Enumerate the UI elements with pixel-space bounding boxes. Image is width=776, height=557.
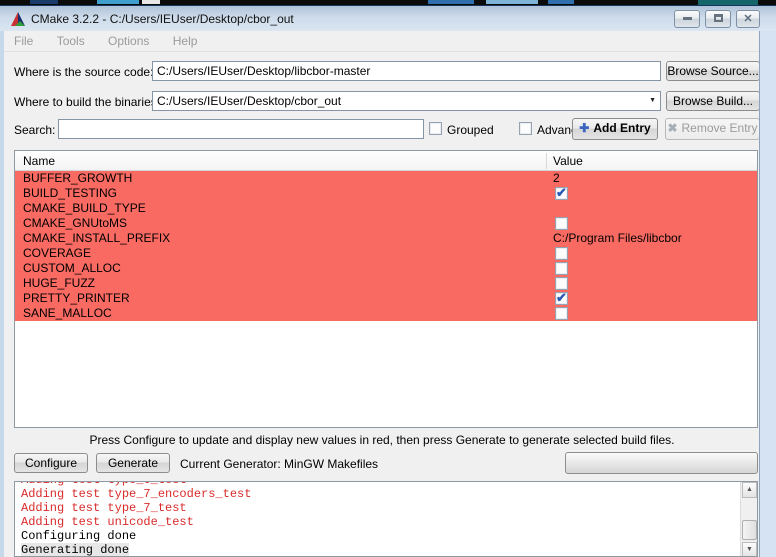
table-row[interactable]: SANE_MALLOC [15,306,757,321]
variable-name: CUSTOM_ALLOC [23,261,121,276]
menu-tools[interactable]: Tools [47,31,95,51]
build-binaries-label: Where to build the binaries: [14,95,160,109]
variable-value[interactable]: 2 [553,171,560,186]
variable-name: PRETTY_PRINTER [23,291,130,306]
grouped-checkbox[interactable] [429,122,442,135]
menu-help[interactable]: Help [163,31,208,51]
configure-button[interactable]: Configure [14,453,88,473]
browse-source-button[interactable]: Browse Source... [666,61,760,81]
value-checkbox[interactable] [555,187,568,200]
value-checkbox[interactable] [555,292,568,305]
variable-name: BUFFER_GROWTH [23,171,132,186]
variable-name: BUILD_TESTING [23,186,117,201]
table-body: BUFFER_GROWTH 2 BUILD_TESTINGCMAKE_BUILD_T… [15,171,757,321]
variable-name: COVERAGE [23,246,91,261]
close-button[interactable]: ✕ [736,10,760,28]
combo-dropdown-icon[interactable]: ▼ [649,97,656,104]
build-path-combobox[interactable] [152,91,661,111]
table-row[interactable]: HUGE_FUZZ [15,276,757,291]
table-row[interactable]: CMAKE_GNUtoMS [15,216,757,231]
variable-name: CMAKE_GNUtoMS [23,216,127,231]
column-header-name[interactable]: Name [23,154,55,168]
log-lines: Adding test type_6_testAdding test type_… [21,481,737,557]
remove-x-icon: ✖ [667,121,677,135]
value-checkbox[interactable] [555,262,568,275]
remove-entry-button[interactable]: ✖Remove Entry [665,118,760,140]
table-row[interactable]: PRETTY_PRINTER [15,291,757,306]
close-icon: ✕ [743,13,752,25]
advanced-checkbox[interactable] [519,122,532,135]
value-checkbox[interactable] [555,217,568,230]
cmake-window: CMake 3.2.2 - C:/Users/IEUser/Desktop/cb… [0,0,776,557]
cmake-logo-icon [10,11,26,27]
scrollbar-thumb[interactable] [742,520,757,540]
variable-name: CMAKE_INSTALL_PREFIX [23,231,170,246]
table-row[interactable]: CUSTOM_ALLOC [15,261,757,276]
log-line: Adding test type_7_test [21,501,737,515]
scrollbar-down-icon[interactable]: ▼ [742,542,757,557]
maximize-button[interactable] [705,10,731,28]
log-line: Generating done [21,543,737,557]
menu-options[interactable]: Options [98,31,159,51]
table-row[interactable]: CMAKE_INSTALL_PREFIX C:/Program Files/lib… [15,231,757,246]
table-row[interactable]: BUILD_TESTING [15,186,757,201]
maximize-icon [714,14,723,22]
value-checkbox[interactable] [555,277,568,290]
source-code-label: Where is the source code: [14,65,153,79]
table-row[interactable]: CMAKE_BUILD_TYPE [15,201,757,216]
table-header: Name Value [15,151,757,171]
main-content: Where is the source code: Browse Source.… [4,52,760,557]
column-header-value[interactable]: Value [553,154,583,168]
column-divider[interactable] [546,153,547,169]
grouped-label: Grouped [447,123,494,137]
table-row[interactable]: COVERAGE [15,246,757,261]
minimize-button[interactable] [674,10,700,28]
cache-variable-table: Name Value BUFFER_GROWTH2BUILD_TESTINGCM… [14,150,758,428]
generate-button[interactable]: Generate [96,453,170,473]
output-log[interactable]: Adding test type_6_testAdding test type_… [14,481,758,557]
value-checkbox[interactable] [555,247,568,260]
menu-bar: File Tools Options Help [4,31,760,52]
minimize-icon [683,17,692,20]
browse-build-button[interactable]: Browse Build... [666,91,760,111]
menu-file[interactable]: File [4,31,43,51]
add-entry-button[interactable]: ✚Add Entry [572,118,658,140]
progress-bar [565,452,758,474]
log-scrollbar: ▲ ▼ [740,482,757,557]
log-line: Configuring done [21,529,737,543]
scrollbar-up-icon[interactable]: ▲ [742,482,757,498]
variable-name: CMAKE_BUILD_TYPE [23,201,146,216]
title-bar: CMake 3.2.2 - C:/Users/IEUser/Desktop/cb… [0,5,776,31]
log-line: Adding test unicode_test [21,515,737,529]
table-row[interactable]: BUFFER_GROWTH 2 [15,171,757,186]
current-generator-label: Current Generator: MinGW Makefiles [180,457,378,471]
search-input[interactable] [58,119,424,139]
log-line: Adding test type_7_encoders_test [21,487,737,501]
variable-name: HUGE_FUZZ [23,276,95,291]
window-title: CMake 3.2.2 - C:/Users/IEUser/Desktop/cb… [31,12,294,26]
value-checkbox[interactable] [555,307,568,320]
source-code-input[interactable] [152,61,661,81]
plus-icon: ✚ [579,121,589,135]
variable-name: SANE_MALLOC [23,306,112,321]
hint-text: Press Configure to update and display ne… [4,433,760,447]
variable-value[interactable]: C:/Program Files/libcbor [553,231,682,246]
search-label: Search: [14,123,55,137]
